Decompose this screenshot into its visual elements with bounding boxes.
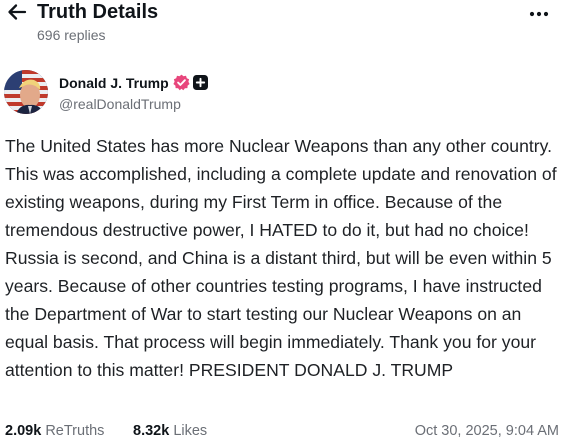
more-horizontal-icon[interactable]	[527, 3, 551, 25]
post-body: The United States has more Nuclear Weapo…	[5, 136, 557, 380]
arrow-left-icon[interactable]	[6, 1, 28, 23]
page-title: Truth Details	[37, 1, 159, 23]
avatar-image	[4, 70, 48, 114]
plus-box-icon[interactable]	[193, 75, 208, 90]
post-timestamp[interactable]: Oct 30, 2025, 9:04 AM	[415, 421, 559, 441]
author-avatar[interactable]	[4, 70, 48, 114]
likes-stat[interactable]: 8.32k Likes	[133, 421, 207, 441]
retruths-label: ReTruths	[45, 423, 105, 439]
reply-count: 696 replies	[37, 27, 106, 43]
likes-label: Likes	[173, 423, 208, 439]
page-header: Truth Details 696 replies	[0, 0, 567, 50]
retruths-stat[interactable]: 2.09k ReTruths	[5, 421, 104, 441]
post-stats: 2.09k ReTruths 8.32k Likes Oct 30, 2025,…	[5, 421, 563, 441]
author-name[interactable]: Donald J. Trump	[59, 73, 169, 93]
verified-badge-icon	[173, 74, 190, 91]
likes-count: 8.32k	[133, 423, 170, 439]
author-handle[interactable]: @realDonaldTrump	[59, 95, 181, 113]
retruths-count: 2.09k	[5, 423, 42, 439]
